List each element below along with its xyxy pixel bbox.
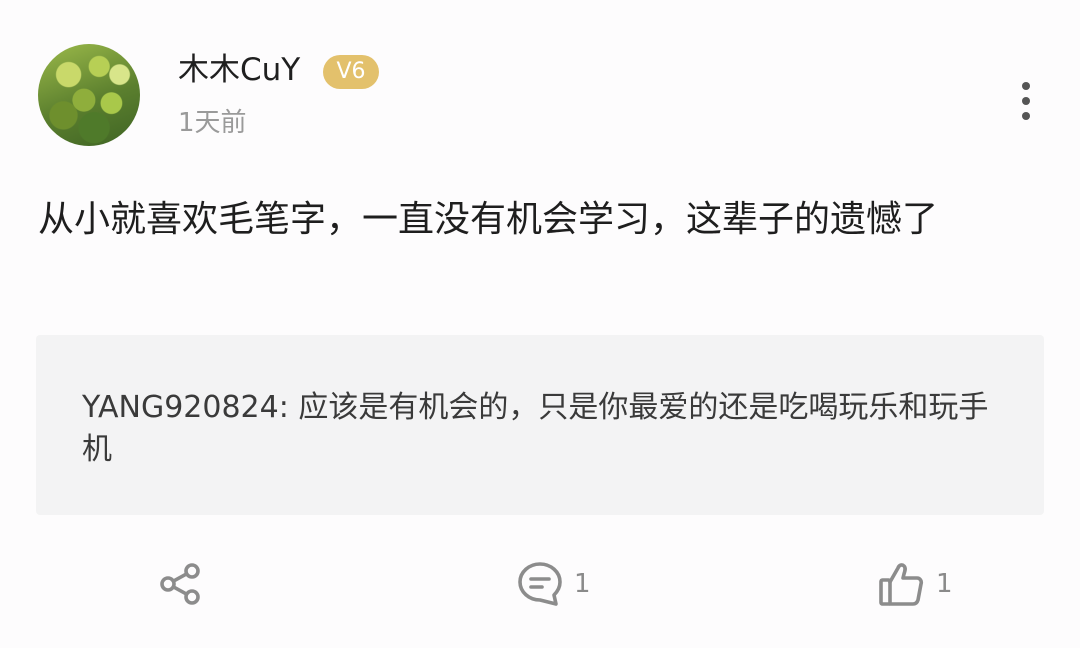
post-time: 1天前 [178, 108, 247, 138]
like-button[interactable]: 1 [878, 560, 953, 608]
share-icon [160, 563, 200, 605]
comment-button[interactable]: 1 [516, 560, 591, 608]
quoted-reply-text: YANG920824: 应该是有机会的，只是你最爱的还是吃喝玩乐和玩手机 [82, 390, 989, 467]
quoted-reply[interactable]: YANG920824: 应该是有机会的，只是你最爱的还是吃喝玩乐和玩手机 [36, 335, 1044, 515]
share-button[interactable] [158, 560, 204, 608]
avatar[interactable] [38, 44, 140, 146]
level-badge: V6 [323, 55, 379, 89]
more-options-icon[interactable] [1012, 82, 1040, 120]
comment-count: 1 [574, 569, 591, 599]
post-text: 从小就喜欢毛笔字，一直没有机会学习，这辈子的遗憾了 [38, 199, 939, 240]
comment-icon [518, 562, 562, 606]
author-name[interactable]: 木木CuY [178, 50, 300, 90]
thumbs-up-icon [879, 563, 924, 606]
like-count: 1 [936, 569, 953, 599]
